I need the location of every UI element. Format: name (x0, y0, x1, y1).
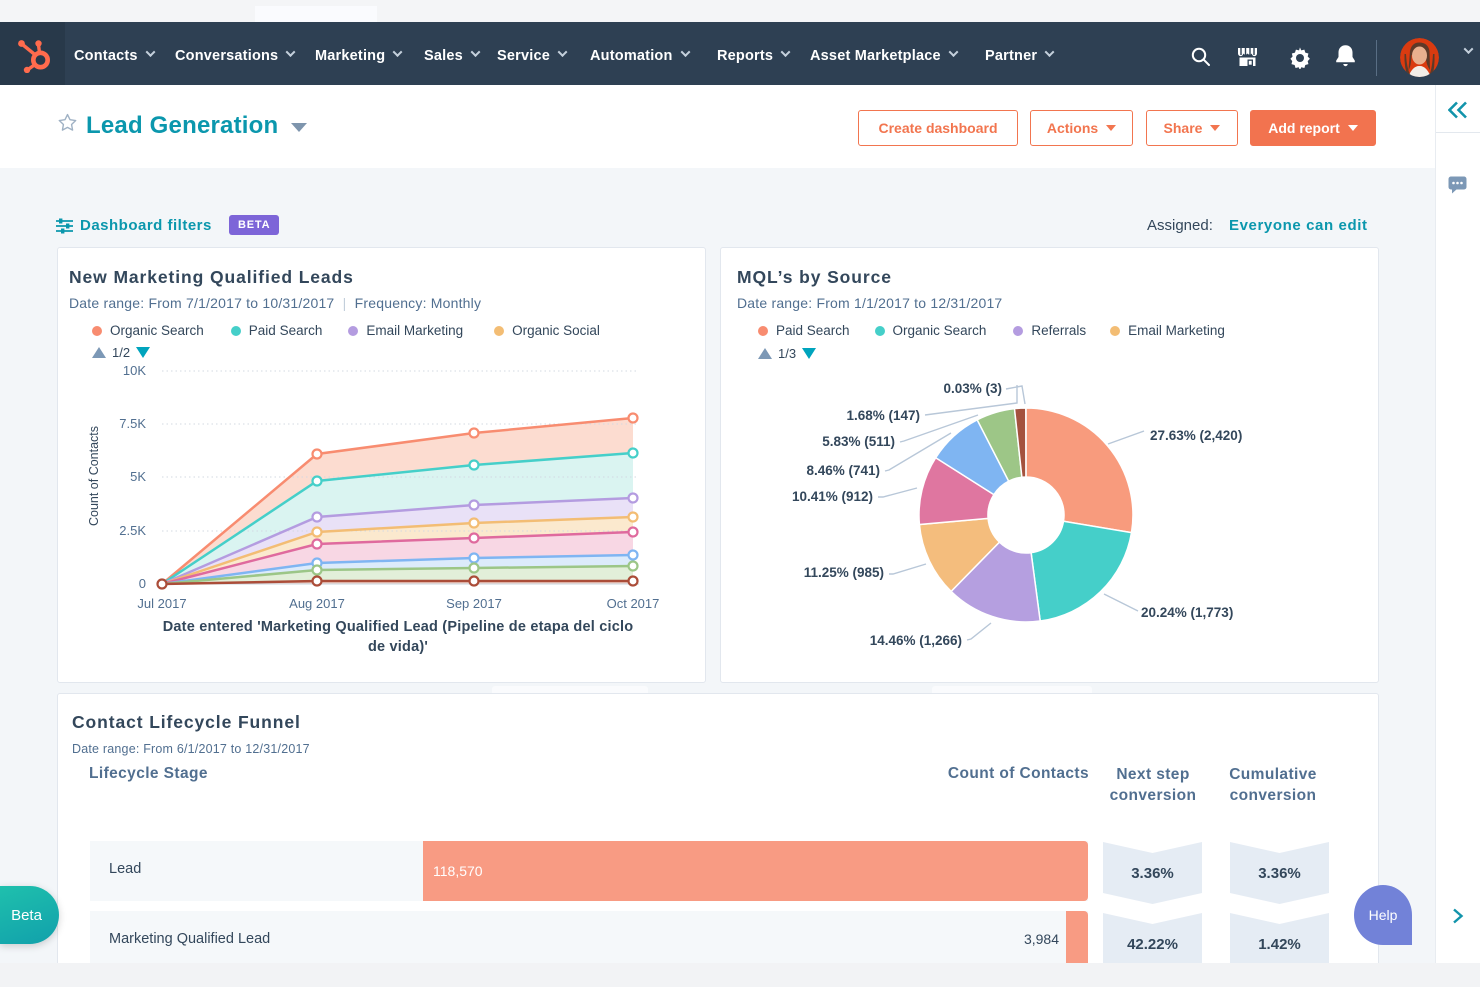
svg-text:Aug 2017: Aug 2017 (289, 596, 345, 611)
svg-text:1.68% (147): 1.68% (147) (846, 408, 920, 423)
svg-text:Sep 2017: Sep 2017 (446, 596, 502, 611)
svg-text:20.24% (1,773): 20.24% (1,773) (1141, 605, 1233, 620)
svg-text:10.41% (912): 10.41% (912) (792, 489, 873, 504)
svg-text:10K: 10K (123, 363, 146, 378)
svg-text:7.5K: 7.5K (119, 416, 146, 431)
svg-text:Oct 2017: Oct 2017 (607, 596, 660, 611)
svg-text:0: 0 (139, 576, 146, 591)
svg-text:0.03% (3): 0.03% (3) (943, 381, 1002, 396)
svg-text:Date entered 'Marketing Qualif: Date entered 'Marketing Qualified Lead (… (163, 619, 634, 635)
svg-text:2.5K: 2.5K (119, 523, 146, 538)
svg-text:11.25% (985): 11.25% (985) (804, 565, 884, 580)
svg-text:de vida)': de vida)' (368, 639, 428, 655)
svg-text:5K: 5K (130, 469, 146, 484)
svg-text:Jul 2017: Jul 2017 (137, 596, 186, 611)
svg-text:5.83% (511): 5.83% (511) (822, 434, 895, 449)
svg-text:8.46% (741): 8.46% (741) (806, 463, 880, 478)
svg-text:Count of Contacts: Count of Contacts (87, 426, 101, 526)
svg-text:27.63% (2,420): 27.63% (2,420) (1150, 428, 1242, 443)
svg-text:14.46% (1,266): 14.46% (1,266) (870, 633, 962, 648)
